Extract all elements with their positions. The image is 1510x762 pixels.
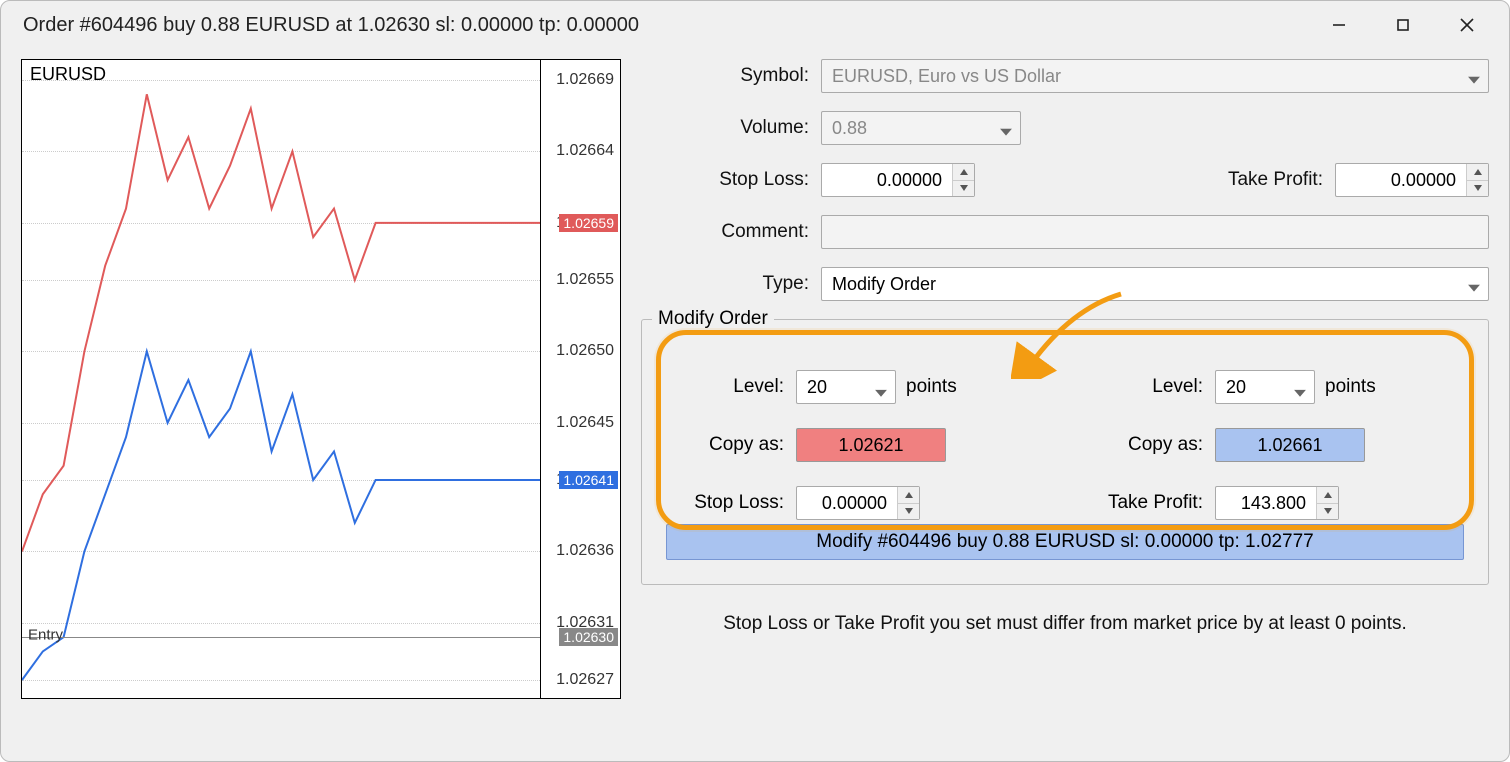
y-axis-label: 1.02655 bbox=[556, 271, 614, 289]
tp-level-label: Level: bbox=[1085, 376, 1215, 398]
tp-points-label: points bbox=[1325, 376, 1376, 398]
modify-sl-label: Stop Loss: bbox=[666, 492, 796, 514]
spin-down-icon[interactable] bbox=[1317, 504, 1338, 520]
minimize-button[interactable] bbox=[1309, 6, 1369, 44]
y-axis-label: 1.02645 bbox=[556, 414, 614, 432]
chart-lines bbox=[22, 60, 621, 699]
maximize-button[interactable] bbox=[1373, 6, 1433, 44]
entry-line bbox=[22, 637, 540, 638]
sl-copyas-button[interactable]: 1.02621 bbox=[796, 428, 946, 462]
modify-sl-spinner[interactable]: 0.00000 bbox=[796, 486, 920, 520]
modify-tp-label: Take Profit: bbox=[1085, 492, 1215, 514]
tp-copyas-label: Copy as: bbox=[1085, 434, 1215, 456]
entry-label: Entry bbox=[28, 627, 63, 644]
spin-up-icon[interactable] bbox=[953, 164, 974, 181]
comment-label: Comment: bbox=[641, 221, 821, 243]
close-button[interactable] bbox=[1437, 6, 1497, 44]
volume-select[interactable]: 0.88 bbox=[821, 111, 1021, 145]
modify-order-section: Modify Order Level: 20 points bbox=[641, 319, 1489, 585]
spin-down-icon[interactable] bbox=[953, 181, 974, 197]
sl-level-select[interactable]: 20 bbox=[796, 370, 896, 404]
type-select[interactable]: Modify Order bbox=[821, 267, 1489, 301]
spin-down-icon[interactable] bbox=[898, 504, 919, 520]
chevron-down-icon bbox=[875, 376, 887, 408]
volume-label: Volume: bbox=[641, 117, 821, 139]
comment-input[interactable] bbox=[821, 215, 1489, 249]
chart-symbol-label: EURUSD bbox=[30, 64, 106, 85]
y-axis-label: 1.02636 bbox=[556, 542, 614, 560]
sl-level-label: Level: bbox=[666, 376, 796, 398]
stoploss-label: Stop Loss: bbox=[641, 169, 821, 191]
y-axis-label: 1.02664 bbox=[556, 142, 614, 160]
spin-up-icon[interactable] bbox=[898, 487, 919, 504]
chevron-down-icon bbox=[1468, 277, 1480, 298]
volume-value: 0.88 bbox=[832, 118, 867, 139]
type-value: Modify Order bbox=[832, 274, 936, 295]
modify-order-legend: Modify Order bbox=[652, 308, 774, 330]
symbol-select[interactable]: EURUSD, Euro vs US Dollar bbox=[821, 59, 1489, 93]
titlebar: Order #604496 buy 0.88 EURUSD at 1.02630… bbox=[1, 1, 1509, 49]
spin-up-icon[interactable] bbox=[1467, 164, 1488, 181]
y-axis-label: 1.02650 bbox=[556, 342, 614, 360]
sl-points-label: points bbox=[906, 376, 957, 398]
chevron-down-icon bbox=[1294, 376, 1306, 408]
window-title: Order #604496 buy 0.88 EURUSD at 1.02630… bbox=[23, 14, 1305, 37]
order-form: Symbol: EURUSD, Euro vs US Dollar Volume… bbox=[641, 59, 1489, 741]
chevron-down-icon bbox=[1468, 69, 1480, 90]
spin-down-icon[interactable] bbox=[1467, 181, 1488, 197]
symbol-label: Symbol: bbox=[641, 65, 821, 87]
tp-level-select[interactable]: 20 bbox=[1215, 370, 1315, 404]
takeprofit-label: Take Profit: bbox=[1175, 169, 1335, 191]
order-modify-dialog: Order #604496 buy 0.88 EURUSD at 1.02630… bbox=[0, 0, 1510, 762]
price-chart: EURUSD 1.02669 1.02664 1.02659 1.02655 1.026… bbox=[21, 59, 621, 699]
modify-submit-button[interactable]: Modify #604496 buy 0.88 EURUSD sl: 0.000… bbox=[666, 524, 1464, 560]
takeprofit-spinner[interactable]: 0.00000 bbox=[1335, 163, 1489, 197]
stoploss-value: 0.00000 bbox=[822, 164, 952, 196]
chevron-down-icon bbox=[1000, 121, 1012, 142]
stoploss-spinner[interactable]: 0.00000 bbox=[821, 163, 975, 197]
modify-tp-spinner[interactable]: 143.800 bbox=[1215, 486, 1339, 520]
symbol-value: EURUSD, Euro vs US Dollar bbox=[832, 66, 1061, 87]
takeprofit-value: 0.00000 bbox=[1336, 164, 1466, 196]
bid-price-tag: 1.02641 bbox=[559, 471, 618, 489]
y-axis-label: 1.02627 bbox=[556, 671, 614, 689]
ask-price-tag: 1.02659 bbox=[559, 214, 618, 232]
type-label: Type: bbox=[641, 273, 821, 295]
sl-tp-distance-note: Stop Loss or Take Profit you set must di… bbox=[641, 613, 1489, 635]
spin-up-icon[interactable] bbox=[1317, 487, 1338, 504]
tp-copyas-button[interactable]: 1.02661 bbox=[1215, 428, 1365, 462]
y-axis-label: 1.02669 bbox=[556, 71, 614, 89]
sl-copyas-label: Copy as: bbox=[666, 434, 796, 456]
entry-price-tag: 1.02630 bbox=[559, 628, 618, 646]
